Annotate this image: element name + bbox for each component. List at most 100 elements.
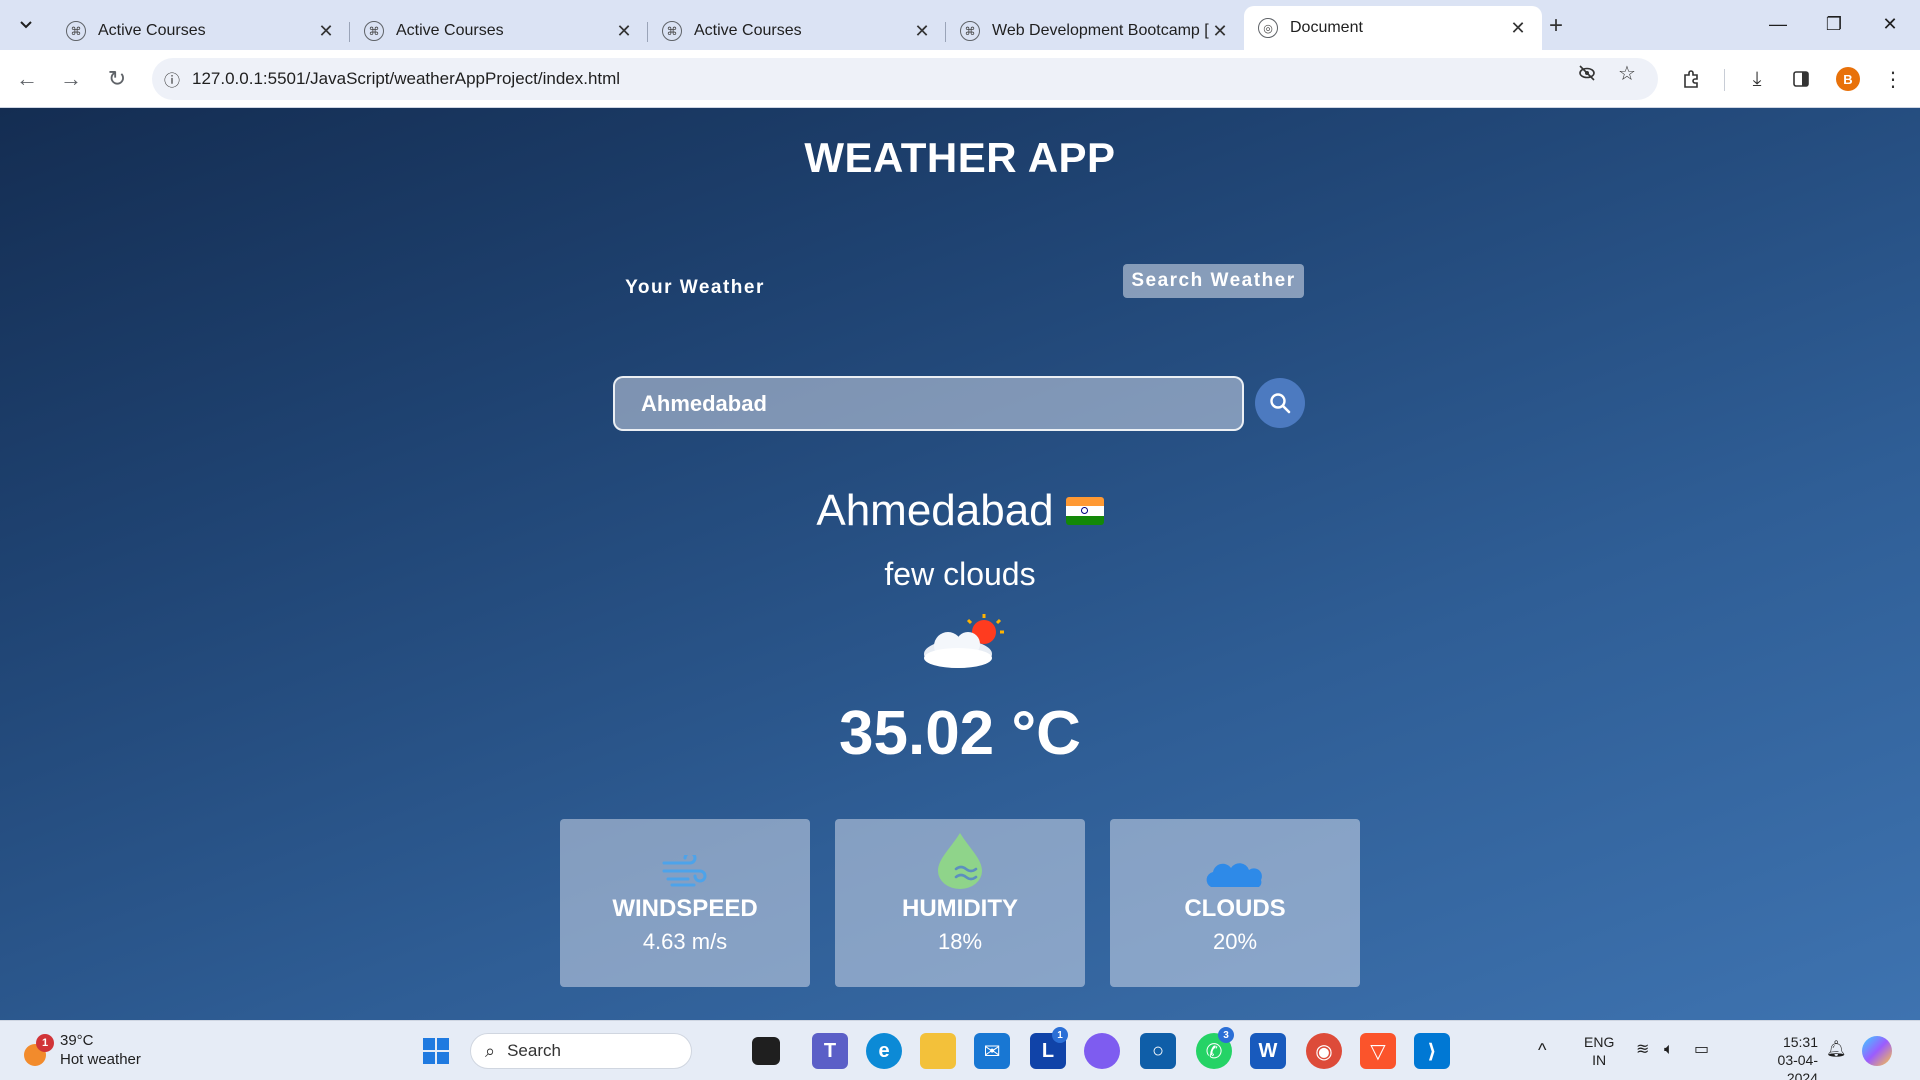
close-tab-icon[interactable]: ✕ bbox=[1508, 18, 1528, 39]
search-icon bbox=[1270, 393, 1291, 414]
site-favicon-icon: ⌘ bbox=[662, 21, 682, 41]
tab-title: Active Courses bbox=[396, 22, 504, 39]
weather-widget[interactable]: 1 39°C Hot weather bbox=[22, 1031, 141, 1069]
site-favicon-icon: ⌘ bbox=[960, 21, 980, 41]
toolbar-divider bbox=[1724, 69, 1725, 91]
browser-tab[interactable]: ⌘ Active Courses ✕ bbox=[52, 12, 350, 50]
taskbar-search-label: Search bbox=[507, 1041, 561, 1060]
clock-time: 15:31 bbox=[1782, 1034, 1818, 1050]
copilot-icon[interactable] bbox=[1084, 1033, 1120, 1069]
notification-badge: 1 bbox=[36, 1034, 54, 1052]
clouds-card: CLOUDS 20% bbox=[1110, 819, 1360, 987]
tab-title: Active Courses bbox=[98, 22, 206, 39]
battery-icon[interactable]: ▭ bbox=[1694, 1041, 1709, 1059]
weather-description: few clouds bbox=[884, 556, 1036, 592]
wind-icon bbox=[662, 855, 707, 887]
city-name: Ahmedabad bbox=[816, 486, 1054, 535]
weather-widget-text: 39°C Hot weather bbox=[60, 1031, 141, 1069]
volume-icon[interactable]: 🔈︎ bbox=[1664, 1041, 1674, 1059]
new-tab-button[interactable]: + bbox=[1540, 10, 1572, 42]
card-value: 20% bbox=[1212, 929, 1258, 954]
cloud-icon bbox=[1110, 819, 1360, 889]
edge-icon[interactable]: e bbox=[866, 1033, 902, 1069]
weather-app-page: WEATHER APP Your Weather Search Weather … bbox=[0, 108, 1920, 1020]
close-tab-icon[interactable]: ✕ bbox=[316, 21, 336, 42]
card-label: HUMIDITY bbox=[902, 895, 1018, 922]
region-code: IN bbox=[1592, 1052, 1607, 1068]
search-weather-tab[interactable]: Search Weather bbox=[1123, 264, 1304, 298]
your-weather-tab[interactable]: Your Weather bbox=[612, 270, 778, 306]
restore-icon[interactable]: ❐ bbox=[1806, 8, 1862, 40]
back-icon[interactable]: ← bbox=[12, 64, 42, 94]
humidity-card: HUMIDITY 18% bbox=[835, 819, 1085, 987]
browser-tab[interactable]: ⌘ Active Courses ✕ bbox=[350, 12, 648, 50]
humidity-icon bbox=[938, 833, 982, 889]
close-tab-icon[interactable]: ✕ bbox=[614, 21, 634, 42]
clock[interactable]: 15:31 03-04-2024 bbox=[1748, 1033, 1818, 1080]
tab-title: Web Development Bootcamp [ bbox=[992, 22, 1209, 39]
more-menu-icon[interactable]: ⋮ bbox=[1878, 64, 1908, 94]
minimize-icon[interactable]: — bbox=[1750, 8, 1806, 40]
notification-bell-icon[interactable]: 🔔︎ bbox=[1826, 1041, 1846, 1059]
browser-tab-active[interactable]: ◎ Document ✕ bbox=[1244, 6, 1542, 50]
humidity-icon bbox=[835, 819, 1085, 889]
side-panel-icon bbox=[1793, 71, 1809, 87]
extensions-icon[interactable] bbox=[1676, 64, 1706, 94]
lens-badge: 1 bbox=[1052, 1027, 1068, 1043]
weather-widget-temp: 39°C bbox=[60, 1032, 94, 1049]
site-info-icon[interactable]: ⓘ bbox=[152, 67, 192, 91]
profile-avatar[interactable]: B bbox=[1836, 67, 1860, 91]
bookmark-star-icon[interactable]: ☆ bbox=[1612, 58, 1642, 88]
mail-icon[interactable]: ✉ bbox=[974, 1033, 1010, 1069]
city-row: Ahmedabad bbox=[0, 486, 1920, 536]
word-icon[interactable]: W bbox=[1250, 1033, 1286, 1069]
card-label: WINDSPEED bbox=[612, 895, 758, 922]
wifi-icon[interactable]: ≋ bbox=[1636, 1041, 1649, 1059]
card-label: CLOUDS bbox=[1184, 895, 1286, 922]
download-icon[interactable]: ⤓ bbox=[1742, 64, 1772, 94]
weather-widget-desc: Hot weather bbox=[60, 1051, 141, 1068]
start-windows-icon[interactable] bbox=[418, 1033, 454, 1069]
globe-icon: ◎ bbox=[1258, 18, 1278, 38]
browser-tab[interactable]: ⌘ Active Courses ✕ bbox=[648, 12, 946, 50]
search-button[interactable] bbox=[1255, 378, 1305, 428]
address-url[interactable]: 127.0.0.1:5501/JavaScript/weatherAppProj… bbox=[192, 69, 620, 89]
card-value: 18% bbox=[937, 929, 983, 954]
side-panel-icon[interactable] bbox=[1786, 64, 1816, 94]
tab-search-button[interactable] bbox=[10, 9, 42, 41]
puzzle-icon bbox=[1684, 70, 1698, 88]
vscode-icon[interactable]: ⟩ bbox=[1414, 1033, 1450, 1069]
city-search-input[interactable] bbox=[613, 376, 1244, 431]
chevron-down-icon bbox=[20, 21, 32, 29]
eye-off-icon[interactable] bbox=[1572, 58, 1602, 88]
taskbar-search[interactable]: ⌕ Search bbox=[470, 1033, 692, 1069]
reload-icon[interactable]: ↻ bbox=[102, 64, 132, 94]
tab-title: Document bbox=[1290, 19, 1363, 36]
wind-icon bbox=[560, 819, 810, 889]
tab-title: Active Courses bbox=[694, 22, 802, 39]
forward-icon[interactable]: → bbox=[56, 64, 86, 94]
browser-tab[interactable]: ⌘ Web Development Bootcamp [ ✕ bbox=[946, 12, 1244, 50]
file-explorer-icon[interactable] bbox=[920, 1033, 956, 1069]
site-favicon-icon: ⌘ bbox=[66, 21, 86, 41]
language-indicator[interactable]: ENG IN bbox=[1584, 1033, 1614, 1069]
task-view-icon[interactable] bbox=[752, 1037, 780, 1065]
india-flag-icon bbox=[1065, 497, 1104, 525]
close-tab-icon[interactable]: ✕ bbox=[912, 21, 932, 42]
teams-icon[interactable]: T bbox=[812, 1033, 848, 1069]
copilot-preview-icon[interactable] bbox=[1862, 1036, 1892, 1066]
tab-strip: ⌘ Active Courses ✕ ⌘ Active Courses ✕ ⌘ … bbox=[52, 6, 1542, 50]
chrome-icon[interactable]: ◉ bbox=[1306, 1033, 1342, 1069]
show-hidden-icons-icon[interactable]: ^ bbox=[1538, 1041, 1546, 1059]
windows-logo-icon bbox=[423, 1038, 449, 1064]
cortana-icon[interactable]: ○ bbox=[1140, 1033, 1176, 1069]
whatsapp-badge: 3 bbox=[1218, 1027, 1234, 1043]
close-tab-icon[interactable]: ✕ bbox=[1210, 21, 1230, 42]
close-window-icon[interactable]: ✕ bbox=[1862, 8, 1918, 40]
eye-off-icon bbox=[1579, 65, 1595, 81]
app-title: WEATHER APP bbox=[804, 134, 1116, 181]
brave-icon[interactable]: ▽ bbox=[1360, 1033, 1396, 1069]
browser-tab-bar: ⌘ Active Courses ✕ ⌘ Active Courses ✕ ⌘ … bbox=[0, 0, 1920, 50]
windows-taskbar: 1 39°C Hot weather ⌕ Search T e ✉ L 1 ○ … bbox=[0, 1020, 1920, 1080]
address-bar[interactable]: ⓘ 127.0.0.1:5501/JavaScript/weatherAppPr… bbox=[152, 58, 1658, 100]
